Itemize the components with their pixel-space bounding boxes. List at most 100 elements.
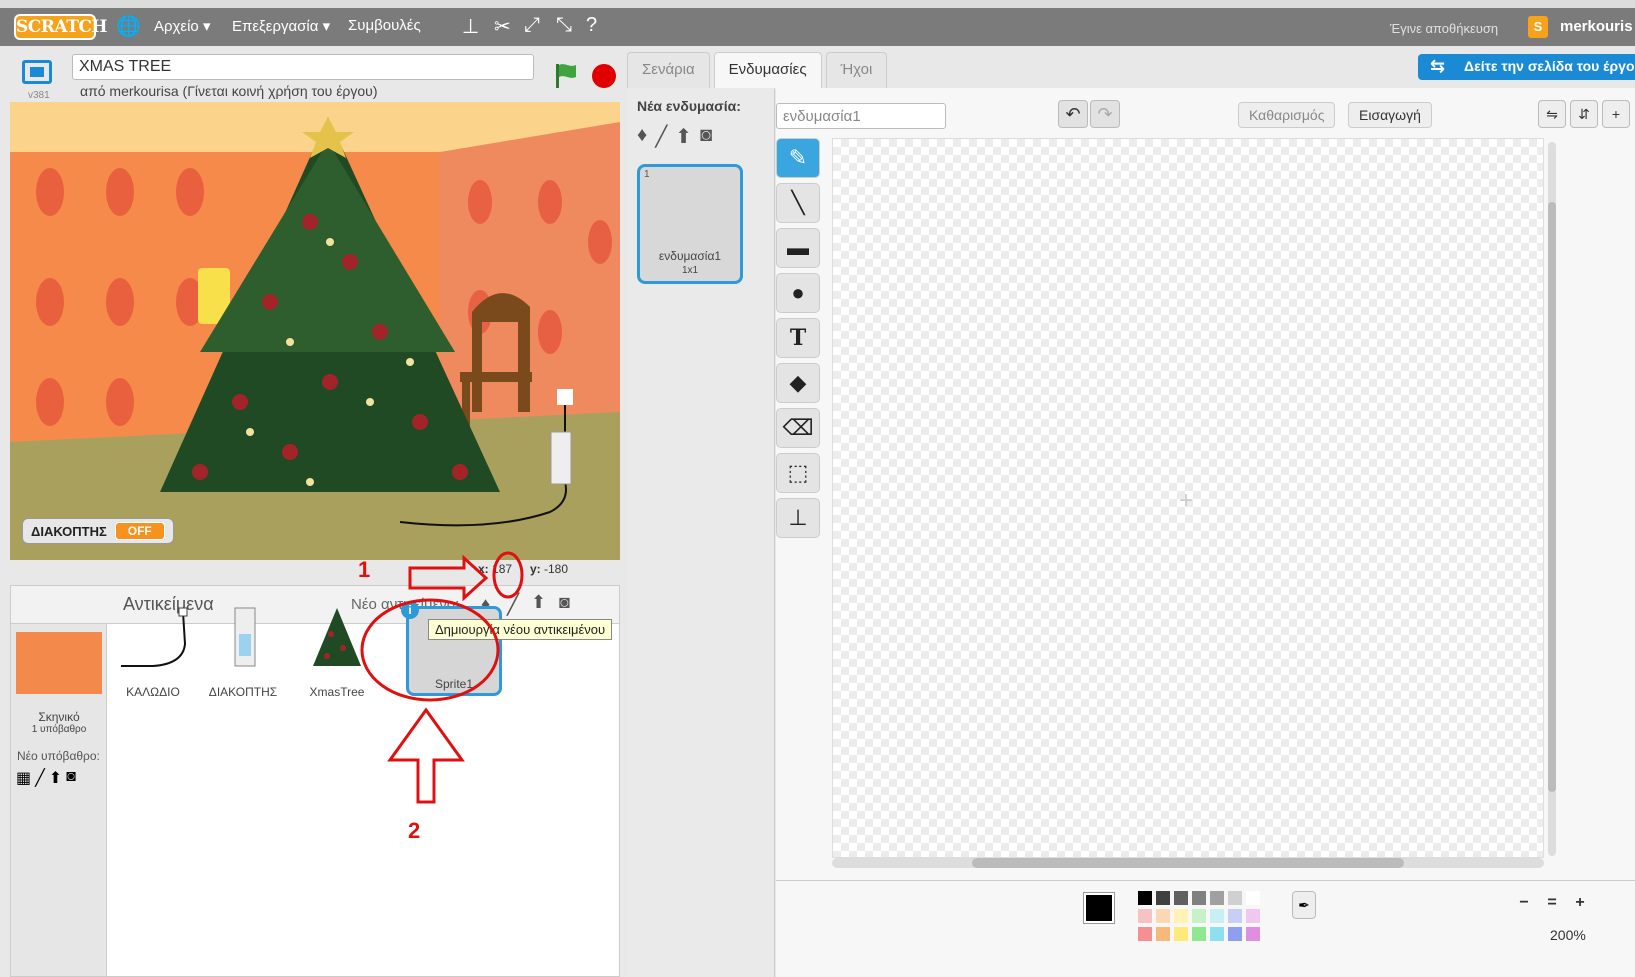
costume-list: Νέα ενδυμασία: ♦ ╱ ⬆ ◙ 1 ενδυμασία1 1x1 bbox=[627, 88, 775, 977]
edit-menu[interactable]: Επεξεργασία ▾ bbox=[232, 17, 330, 35]
new-costume-label: Νέα ενδυμασία: bbox=[637, 98, 741, 114]
palette-swatch[interactable] bbox=[1228, 909, 1242, 923]
sprite-name: ΚΑΛΩΔΙΟ bbox=[126, 685, 180, 699]
palette-swatch[interactable] bbox=[1210, 927, 1224, 941]
tab-scripts[interactable]: Σενάρια bbox=[627, 52, 710, 88]
stage-backdrop-count: 1 υπόβαθρο bbox=[31, 724, 87, 735]
sprite-cable[interactable]: ΚΑΛΩΔΙΟ bbox=[107, 604, 199, 699]
stop-icon[interactable] bbox=[592, 64, 616, 88]
palette-swatch[interactable] bbox=[1156, 891, 1170, 905]
globe-icon[interactable]: 🌐 bbox=[116, 14, 141, 39]
new-costume-tools: ♦ ╱ ⬆ ◙ bbox=[637, 124, 712, 149]
palette-swatch[interactable] bbox=[1246, 927, 1260, 941]
editor-tabs: Σενάρια Ενδυμασίες Ήχοι bbox=[627, 52, 888, 89]
palette-swatch[interactable] bbox=[1246, 891, 1260, 905]
stamp-icon[interactable]: ⊥ bbox=[776, 498, 820, 538]
scratch-logo[interactable]: SCRATCH bbox=[14, 14, 107, 40]
stage-column[interactable]: Σκηνικό 1 υπόβαθρο Νέο υπόβαθρο: ▦ ╱ ⬆ ◙ bbox=[11, 624, 107, 976]
select-icon[interactable]: ⬚ bbox=[776, 453, 820, 493]
stage-thumbnail[interactable] bbox=[16, 632, 102, 694]
palette-swatch[interactable] bbox=[1174, 891, 1188, 905]
zoom-out-icon[interactable]: − bbox=[1512, 891, 1536, 915]
rectangle-icon[interactable]: ▬ bbox=[776, 228, 820, 268]
ellipse-icon[interactable]: ● bbox=[776, 273, 820, 313]
variable-monitor[interactable]: ΔΙΑΚΟΠΤΗΣ OFF bbox=[22, 518, 174, 544]
eyedropper-icon[interactable]: ✒ bbox=[1292, 891, 1316, 919]
palette-swatch[interactable] bbox=[1192, 891, 1206, 905]
set-center-icon[interactable]: + bbox=[1602, 100, 1630, 128]
red-annotations bbox=[360, 551, 524, 804]
paint-costume-icon[interactable]: ╱ bbox=[655, 124, 667, 149]
fill-bucket-icon[interactable]: ◆ bbox=[776, 363, 820, 403]
sprite-switch[interactable]: ΔΙΑΚΟΠΤΗΣ bbox=[197, 604, 289, 699]
brush-icon[interactable]: ✎ bbox=[776, 138, 820, 178]
camera-costume-icon[interactable]: ◙ bbox=[700, 124, 712, 149]
palette-swatch[interactable] bbox=[1156, 927, 1170, 941]
upload-backdrop-icon[interactable]: ⬆ bbox=[49, 768, 62, 788]
version-label: v381 bbox=[28, 90, 50, 101]
camera-backdrop-icon[interactable]: ◙ bbox=[66, 768, 76, 788]
monitor-label: ΔΙΑΚΟΠΤΗΣ bbox=[31, 523, 107, 539]
primary-color-swatch[interactable] bbox=[1083, 892, 1115, 924]
delete-scissors-icon[interactable]: ✂ bbox=[494, 14, 511, 39]
tab-sounds[interactable]: Ήχοι bbox=[825, 52, 888, 88]
username[interactable]: merkouris bbox=[1560, 18, 1633, 35]
grow-icon[interactable]: ⤢ bbox=[524, 14, 540, 37]
backdrop-tools: ▦ ╱ ⬆ ◙ bbox=[16, 768, 76, 788]
tab-costumes[interactable]: Ενδυμασίες bbox=[713, 52, 822, 89]
see-project-page-button[interactable]: ⇆ Δείτε την σελίδα του έργου bbox=[1418, 54, 1635, 80]
zoom-reset-icon[interactable]: = bbox=[1540, 891, 1564, 915]
palette-swatch[interactable] bbox=[1210, 891, 1224, 905]
menu-bar: SCRATCH 🌐 Αρχείο ▾ Επεξεργασία ▾ Συμβουλ… bbox=[0, 0, 1635, 46]
text-icon[interactable]: T bbox=[776, 318, 820, 358]
file-menu[interactable]: Αρχείο ▾ bbox=[154, 17, 210, 35]
center-crosshair-icon: + bbox=[1179, 487, 1194, 514]
import-button[interactable]: Εισαγωγή bbox=[1348, 102, 1432, 128]
help-icon[interactable]: ? bbox=[586, 14, 597, 37]
costume-item[interactable]: 1 ενδυμασία1 1x1 bbox=[637, 164, 743, 284]
palette-swatch[interactable] bbox=[1228, 927, 1242, 941]
clear-button[interactable]: Καθαρισμός bbox=[1238, 102, 1336, 128]
palette-swatch[interactable] bbox=[1246, 909, 1260, 923]
project-title-input[interactable] bbox=[72, 54, 534, 80]
costume-name: ενδυμασία1 bbox=[658, 249, 722, 263]
fullscreen-icon[interactable] bbox=[22, 60, 52, 84]
paint-editor: ↶ ↷ Καθαρισμός Εισαγωγή ⇋ ⇵ + ✎ ╲ ▬ ● T … bbox=[776, 88, 1635, 977]
palette-swatch[interactable] bbox=[1174, 927, 1188, 941]
paint-backdrop-icon[interactable]: ╱ bbox=[35, 768, 45, 788]
redo-icon[interactable]: ↷ bbox=[1090, 100, 1120, 128]
zoom-in-icon[interactable]: + bbox=[1568, 891, 1592, 915]
palette-swatch[interactable] bbox=[1138, 909, 1152, 923]
paint-canvas[interactable]: + bbox=[832, 138, 1544, 858]
green-flag-icon[interactable] bbox=[553, 62, 577, 88]
vertical-scrollbar[interactable] bbox=[1548, 142, 1556, 856]
costume-library-icon[interactable]: ♦ bbox=[637, 124, 647, 149]
costume-name-input[interactable] bbox=[776, 103, 946, 129]
zoom-controls: − = + bbox=[1512, 891, 1592, 915]
tips-menu[interactable]: Συμβουλές bbox=[348, 17, 421, 34]
line-icon[interactable]: ╲ bbox=[776, 183, 820, 223]
duplicate-stamp-icon[interactable]: ⊥ bbox=[462, 14, 479, 39]
palette-swatch[interactable] bbox=[1192, 909, 1206, 923]
palette-swatch[interactable] bbox=[1174, 909, 1188, 923]
flip-vertical-icon[interactable]: ⇵ bbox=[1570, 100, 1598, 128]
flip-horizontal-icon[interactable]: ⇋ bbox=[1538, 100, 1566, 128]
camera-sprite-icon[interactable]: ◙ bbox=[559, 592, 570, 613]
undo-icon[interactable]: ↶ bbox=[1058, 100, 1088, 128]
backdrop-library-icon[interactable]: ▦ bbox=[16, 768, 31, 788]
stage-header: v381 από merkourisa (Γίνεται κοινή χρήση… bbox=[10, 52, 620, 102]
stage[interactable]: ΔΙΑΚΟΠΤΗΣ OFF bbox=[10, 102, 620, 560]
eraser-icon[interactable]: ⌫ bbox=[776, 408, 820, 448]
folder-icon[interactable]: S bbox=[1528, 16, 1548, 38]
palette-swatch[interactable] bbox=[1192, 927, 1206, 941]
palette-swatch[interactable] bbox=[1228, 891, 1242, 905]
cable-thumbnail bbox=[121, 607, 188, 667]
palette-swatch[interactable] bbox=[1138, 891, 1152, 905]
palette-swatch[interactable] bbox=[1156, 909, 1170, 923]
horizontal-scrollbar[interactable] bbox=[832, 858, 1544, 868]
palette-swatch[interactable] bbox=[1138, 927, 1152, 941]
shrink-icon[interactable]: ⤡ bbox=[556, 14, 572, 37]
color-bar: ✒ − = + 200% bbox=[776, 880, 1635, 977]
palette-swatch[interactable] bbox=[1210, 909, 1224, 923]
upload-costume-icon[interactable]: ⬆ bbox=[675, 124, 692, 149]
